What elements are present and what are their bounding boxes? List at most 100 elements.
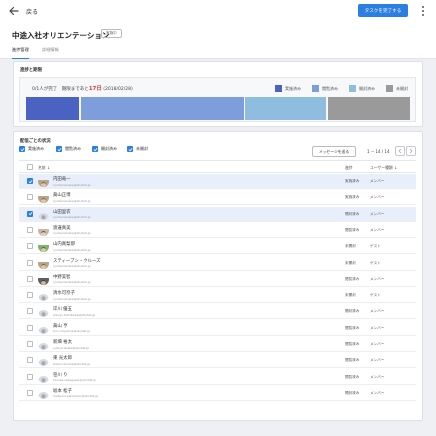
row-checkbox[interactable]: [27, 210, 33, 217]
member-email: ryuhei.tanaka@studist.jp: [53, 264, 91, 268]
filter-done-checkbox[interactable]: 実施済み: [19, 146, 44, 152]
member-status: 閲覧済み: [345, 342, 360, 346]
member-name: 眞山正博: [53, 193, 71, 199]
table-row[interactable]: 眞山正博 ryuhei.tanaka@studist.jp 実施済み メンバー: [19, 190, 416, 206]
complete-task-button[interactable]: タスクを完了する: [358, 4, 408, 17]
table-row[interactable]: 眞山 亨 toru.mayama@studist.jp 閲覧済み メンバー: [19, 321, 416, 336]
member-user-type: メンバー: [370, 276, 385, 281]
table-header: 名前 ↓ 進捗 ユーザー種類 ↓: [19, 160, 416, 173]
prev-page-button[interactable]: [395, 146, 405, 156]
member-email: haruka.sasagawa@studist.jp: [53, 378, 96, 383]
row-checkbox[interactable]: [27, 341, 33, 347]
member-name: スティーブン・クルーズ: [53, 258, 101, 264]
member-email: yuta.arahata@studist.jp: [53, 345, 90, 350]
legend-swatch: [349, 85, 356, 92]
table-row[interactable]: 坂本 松子 matsuko.sakamoto@studist.jp 開封済み メンバー: [19, 386, 416, 401]
back-button[interactable]: 戻る: [8, 5, 38, 17]
member-user-type: ゲスト: [370, 293, 381, 298]
member-user-type: メンバー: [370, 358, 385, 363]
table-row[interactable]: スティーブン・クルーズ ryuhei.tanaka@studist.jp 未開封 ゲス…: [19, 256, 416, 271]
member-email: ryuhei.tanaka@studist.jp: [53, 182, 91, 187]
avatar: [38, 323, 49, 334]
filter-opened-checkbox[interactable]: 開封済み: [92, 146, 117, 152]
progress-summary: 0/1人が完了 期限まであと17日 (2018/02/28): [32, 84, 133, 92]
select-all-checkbox[interactable]: [27, 164, 33, 170]
row-checkbox[interactable]: [27, 194, 33, 201]
member-status: 開封済み: [345, 390, 360, 395]
filter-viewed-checkbox[interactable]: 閲覧済み: [56, 146, 81, 152]
table-row[interactable]: 中野美智 ryuhei.tanaka@studist.jp 閲覧済み メンバー: [19, 272, 416, 287]
column-label: 名前: [38, 165, 46, 170]
top-bar: 戻る タスクを完了する: [0, 0, 436, 22]
table-row[interactable]: 東 光太郎 kotaro.azuma@studist.jp 閲覧済み メンバー: [19, 353, 416, 369]
member-user-type: メンバー: [370, 390, 385, 395]
progress-segment: [26, 97, 80, 120]
avatar: [38, 372, 49, 383]
tab-details[interactable]: 詳細情報: [42, 45, 59, 59]
progress-segment: [245, 97, 327, 120]
member-name: 渡邊真美: [53, 225, 71, 231]
avatar: [38, 274, 49, 285]
member-status: 開封済み: [345, 309, 360, 314]
avatar: [38, 241, 49, 253]
member-status: 実施済み: [345, 179, 360, 183]
member-user-type: メンバー: [370, 195, 385, 200]
legend-swatch: [386, 85, 393, 92]
member-email: ryuhei.tanaka@studist.jp: [53, 280, 91, 285]
tab-progress[interactable]: 進捗管理: [12, 45, 29, 59]
row-checkbox[interactable]: [27, 226, 33, 233]
deadline-date: (2018/02/28): [103, 87, 133, 92]
avatar: [38, 192, 49, 204]
table-row[interactable]: 内田竜一 ryuhei.tanaka@studist.jp 実施済み メンバー: [19, 174, 416, 189]
member-status: 閲覧済み: [345, 358, 360, 363]
member-name: 東 光太郎: [53, 356, 72, 362]
member-user-type: メンバー: [370, 309, 385, 314]
progress-summary-text: 0/1人が完了 期限まであと: [32, 87, 89, 92]
avatar: [38, 306, 49, 318]
avatar: [38, 225, 49, 236]
checkbox-checked-icon: [127, 146, 133, 152]
next-page-button[interactable]: [406, 146, 416, 156]
table-row[interactable]: 新畑 裕太 yuta.arahata@studist.jp 閲覧済み メンバー: [19, 337, 416, 352]
row-checkbox[interactable]: [27, 389, 33, 396]
column-header-user-type[interactable]: ユーザー種類 ↓: [370, 165, 397, 171]
progress-panel: 0/1人が完了 期限まであと17日 (2018/02/28) 実施済み 閲覧済み…: [19, 77, 416, 122]
filter-unopened-checkbox[interactable]: 未開封: [127, 146, 148, 152]
column-header-name[interactable]: 名前 ↓: [38, 165, 50, 171]
table-row[interactable]: 笹川 り haruka.sasagawa@studist.jp 閲覧済み メンバー: [19, 370, 416, 385]
legend-label: 開封済み: [359, 85, 375, 91]
row-checkbox[interactable]: [27, 292, 33, 299]
send-message-button[interactable]: メッセージを送る: [312, 146, 356, 157]
row-checkbox[interactable]: [27, 259, 33, 266]
member-email: kotaro.azuma@studist.jp: [53, 361, 91, 366]
more-vertical-icon[interactable]: [420, 6, 426, 16]
row-checkbox[interactable]: [27, 243, 33, 250]
table-row[interactable]: 山田里衣 ryuhei.tanaka@studist.jp 開封済み メンバー: [19, 206, 416, 222]
member-name: 眞山 亨: [53, 323, 68, 329]
table-row[interactable]: 岸川 優五 shingo.kishikawa@studist.jp 開封済み メンバー: [19, 304, 416, 320]
chevron-right-icon: [409, 148, 413, 154]
row-checkbox[interactable]: [27, 357, 33, 364]
table-row[interactable]: 清水可奈子 ryuhei.tanaka@studist.jp 未開封 ゲスト: [19, 288, 416, 304]
column-header-status[interactable]: 進捗: [345, 165, 353, 171]
row-checkbox[interactable]: [27, 324, 33, 331]
member-email: ryuhei.tanaka@studist.jp: [53, 296, 91, 301]
member-user-type: メンバー: [370, 342, 385, 346]
table-row[interactable]: 山内真梨那 ryuhei.tanaka@studist.jp 未開封 ゲスト: [19, 239, 416, 255]
legend-label: 実施済み: [285, 85, 301, 91]
member-status: 閲覧済み: [345, 276, 360, 281]
avatar: [38, 355, 49, 367]
table-row[interactable]: 渡邊真美 ryuhei.tanaka@studist.jp 閲覧済み メンバー: [19, 223, 416, 238]
member-name: 内田竜一: [53, 177, 71, 182]
chevron-left-icon: [398, 148, 402, 154]
row-checkbox[interactable]: [27, 308, 33, 315]
row-checkbox[interactable]: [27, 178, 33, 184]
row-checkbox[interactable]: [27, 275, 33, 282]
row-checkbox[interactable]: [27, 373, 33, 380]
member-name: 坂本 松子: [53, 388, 72, 394]
checkbox-checked-icon: [19, 146, 25, 152]
member-email: matsuko.sakamoto@studist.jp: [53, 394, 99, 399]
member-status: 未開封: [345, 244, 356, 249]
member-user-type: メンバー: [370, 227, 385, 232]
member-email: shingo.kishikawa@studist.jp: [53, 312, 96, 317]
